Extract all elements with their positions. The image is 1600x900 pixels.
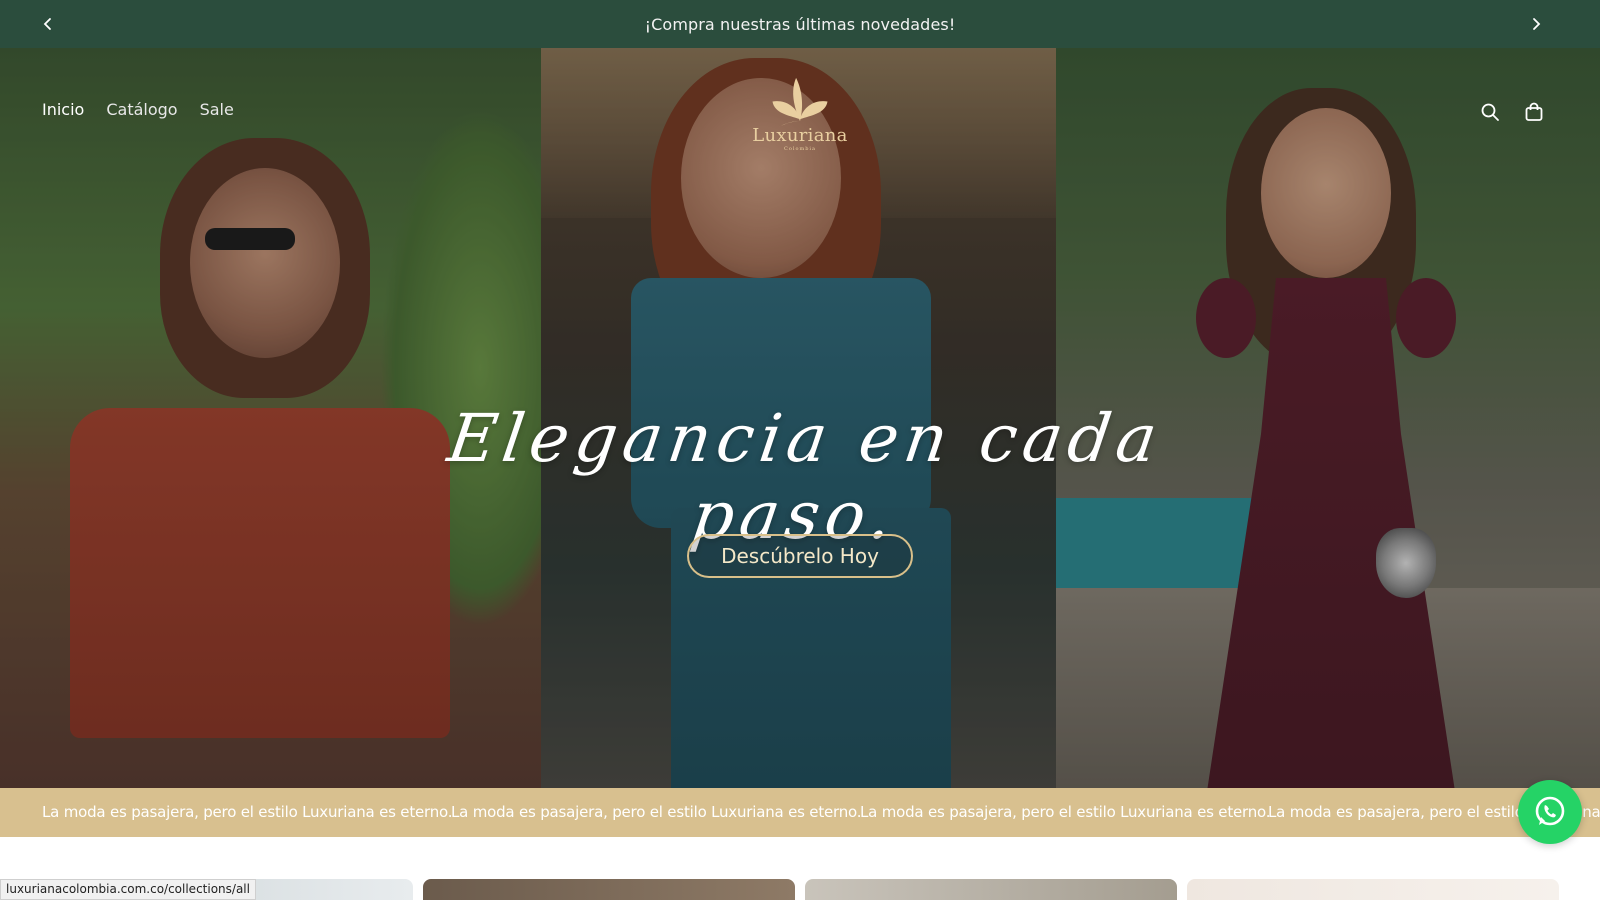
nav-item-sale[interactable]: Sale	[200, 100, 234, 119]
link-status-url: luxurianacolombia.com.co/collections/all	[0, 879, 256, 900]
chevron-right-icon	[1533, 18, 1541, 30]
collection-card[interactable]	[1187, 879, 1559, 900]
marquee-text: La moda es pasajera, pero el estilo Luxu…	[42, 803, 453, 821]
main-nav: Inicio Catálogo Sale	[42, 100, 234, 119]
whatsapp-icon	[1535, 796, 1565, 826]
header-actions	[1478, 100, 1546, 124]
announcement-text[interactable]: ¡Compra nuestras últimas novedades!	[645, 15, 956, 34]
collection-card[interactable]	[423, 879, 795, 900]
logo-wordmark: Luxuriana	[752, 125, 848, 146]
butterfly-logo-icon	[772, 77, 828, 127]
marquee-text: La moda es pasajera, pero el estilo Luxu…	[860, 803, 1271, 821]
chevron-left-icon	[43, 18, 51, 30]
search-icon	[1481, 103, 1499, 121]
announcement-prev-button[interactable]	[36, 12, 60, 36]
cart-icon	[1525, 102, 1543, 121]
whatsapp-button[interactable]	[1518, 780, 1582, 844]
announcement-next-button[interactable]	[1524, 12, 1548, 36]
site-logo[interactable]: Luxuriana Colombia	[743, 72, 857, 152]
marquee-text: La moda es pasajera, pero el estilo Luxu…	[451, 803, 862, 821]
cart-button[interactable]	[1522, 100, 1546, 124]
marquee-banner: La moda es pasajera, pero el estilo Luxu…	[0, 788, 1600, 837]
announcement-bar: ¡Compra nuestras últimas novedades!	[0, 0, 1600, 48]
discover-button[interactable]: Descúbrelo Hoy	[687, 534, 913, 578]
nav-item-inicio[interactable]: Inicio	[42, 100, 84, 119]
search-button[interactable]	[1478, 100, 1502, 124]
nav-item-catalogo[interactable]: Catálogo	[106, 100, 177, 119]
logo-subtitle: Colombia	[784, 146, 816, 152]
hero-tagline: Elegancia en cada paso.	[443, 400, 1168, 554]
collection-card[interactable]	[805, 879, 1177, 900]
